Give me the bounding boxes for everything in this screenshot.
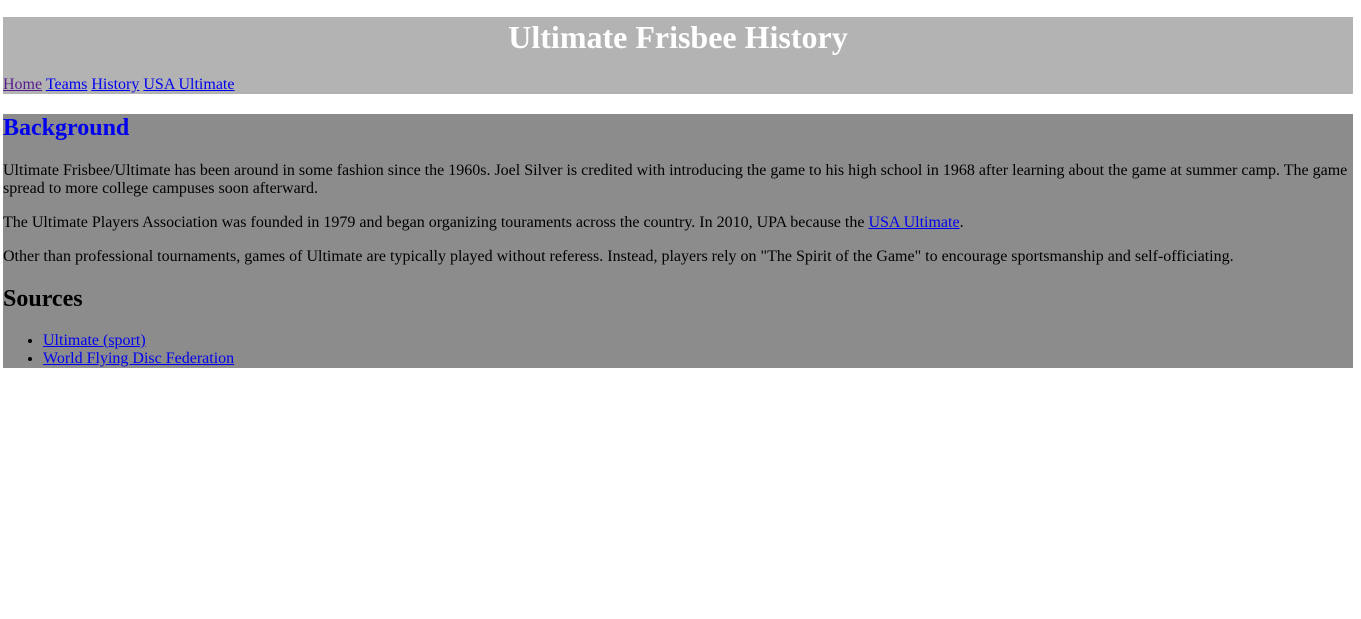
sources-list: Ultimate (sport) World Flying Disc Feder…	[43, 332, 234, 368]
nav-link-teams[interactable]: Teams	[46, 76, 88, 93]
nav-link-home[interactable]: Home	[3, 76, 42, 93]
page-title: Ultimate Frisbee History	[508, 19, 848, 55]
background-paragraph-1: Ultimate Frisbee/Ultimate has been aroun…	[3, 162, 1348, 197]
source-link-ultimate-sport[interactable]: Ultimate (sport)	[43, 332, 146, 349]
paragraph-text: .	[959, 214, 964, 231]
paragraph-text: The Ultimate Players Association was fou…	[3, 214, 869, 231]
nav-link-history[interactable]: History	[91, 76, 139, 93]
page: Ultimate Frisbee History Home Teams Hist…	[3, 17, 1353, 368]
usa-ultimate-link[interactable]: USA Ultimate	[868, 214, 959, 231]
list-item: World Flying Disc Federation	[43, 350, 234, 368]
background-paragraph-2: The Ultimate Players Association was fou…	[3, 214, 1353, 232]
source-link-wfdf[interactable]: World Flying Disc Federation	[43, 350, 234, 367]
list-item: Ultimate (sport)	[43, 332, 234, 350]
nav-link-usa-ultimate[interactable]: USA Ultimate	[143, 76, 234, 93]
main-content: Background Ultimate Frisbee/Ultimate has…	[3, 114, 1353, 368]
main-nav: Home Teams History USA Ultimate	[3, 76, 234, 94]
background-paragraph-3: Other than professional tournaments, gam…	[3, 248, 1234, 265]
site-header: Ultimate Frisbee History Home Teams Hist…	[3, 17, 1353, 94]
sources-heading: Sources	[3, 286, 83, 312]
background-heading: Background	[3, 115, 130, 141]
